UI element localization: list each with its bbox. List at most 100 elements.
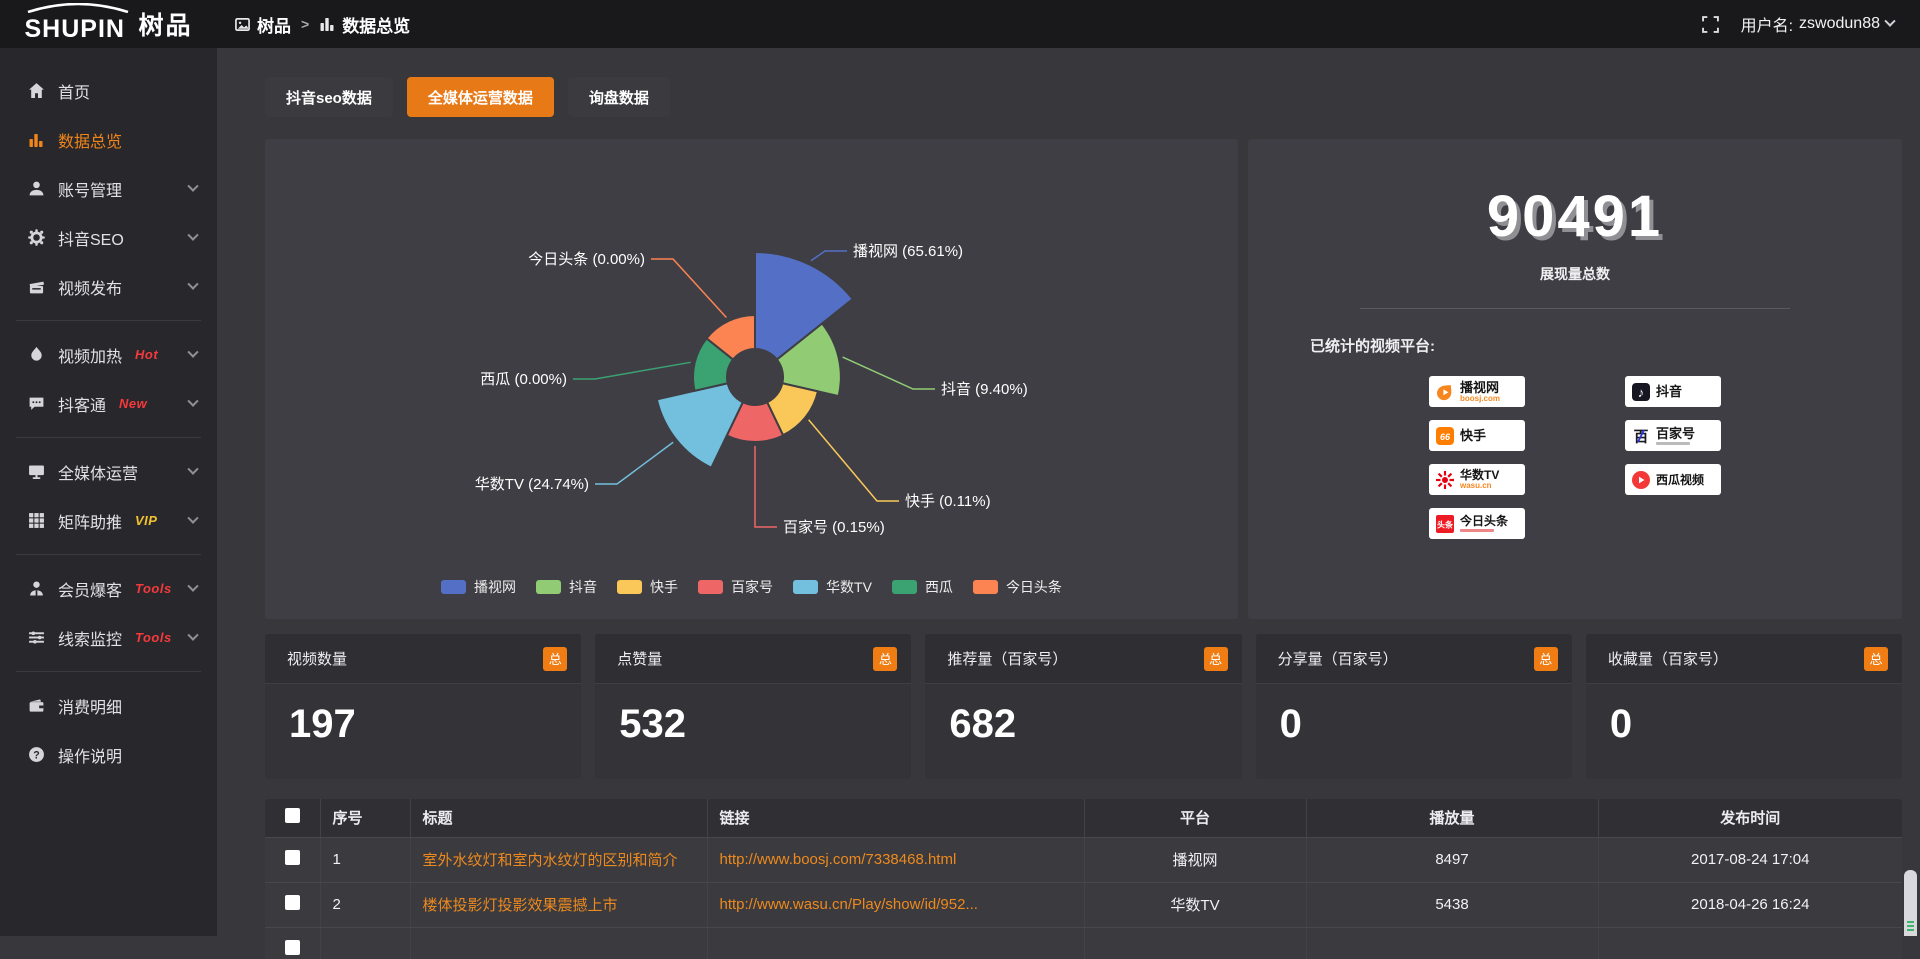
cell-time: 2018-04-26 16:24 [1598, 882, 1902, 927]
sidebar-item-member-baoke[interactable]: 会员爆客Tools [0, 564, 217, 613]
sidebar-item-clue-monitor[interactable]: 线索监控Tools [0, 613, 217, 662]
breadcrumb-item[interactable]: 数据总览 [319, 12, 410, 37]
sidebar-item-video-publish[interactable]: 视频发布 [0, 262, 217, 311]
label-line [811, 251, 847, 261]
chevron-down-icon [189, 629, 197, 647]
sidebar-item-matrix-boost[interactable]: 矩阵助推VIP [0, 496, 217, 545]
row-checkbox[interactable] [285, 850, 300, 865]
column-header: 标题 [410, 799, 707, 837]
sidebar-item-label: 视频发布 [58, 275, 122, 299]
total-badge: 总 [543, 647, 567, 671]
sidebar-item-help-guide[interactable]: ?操作说明 [0, 730, 217, 779]
select-all-checkbox[interactable] [285, 808, 300, 823]
pie-label: 播视网 (65.61%) [853, 243, 963, 260]
sidebar-item-badge: VIP [135, 513, 157, 528]
toutiao-logo-icon: 头条 [1435, 514, 1455, 534]
legend-item-快手[interactable]: 快手 [617, 577, 678, 597]
video-title-link[interactable]: 楼体投影灯投影效果震撼上市 [423, 894, 695, 915]
row-checkbox[interactable] [285, 895, 300, 910]
label-line [573, 362, 691, 379]
top-bar: SHUPIN 树品 树品 > 数据总览 用户名: zswodun88 [0, 0, 1920, 48]
total-badge: 总 [1204, 647, 1228, 671]
column-header: 链接 [707, 799, 1084, 837]
sidebar-item-video-heat[interactable]: 视频加热Hot [0, 330, 217, 379]
app-logo: SHUPIN 树品 [0, 0, 217, 48]
sidebar-divider [16, 671, 201, 672]
table-row [265, 927, 1902, 959]
cell-views: 8497 [1306, 837, 1598, 882]
legend-mark [892, 580, 917, 594]
legend-label: 今日头条 [1006, 577, 1062, 597]
sidebar-item-account-manage[interactable]: 账号管理 [0, 164, 217, 213]
sidebar-item-badge: Hot [135, 347, 158, 362]
cell-platform: 华数TV [1084, 882, 1306, 927]
video-url-link[interactable]: http://www.wasu.cn/Play/show/id/952... [720, 896, 1072, 913]
breadcrumb-separator: > [301, 16, 309, 32]
user-menu[interactable]: 用户名: zswodun88 [1741, 12, 1894, 36]
sidebar-item-label: 账号管理 [58, 177, 122, 201]
sidebar-item-media-operation[interactable]: 全媒体运营 [0, 447, 217, 496]
platform-name: 百家号 [1656, 427, 1695, 440]
chevron-down-icon [1884, 16, 1895, 27]
impressions-total-label: 展现量总数 [1248, 264, 1902, 284]
table-header-row: 序号标题链接平台播放量发布时间 [265, 799, 1902, 837]
sidebar-item-home[interactable]: 首页 [0, 66, 217, 115]
xigua-logo-icon [1631, 470, 1651, 490]
tab-media-operation-data[interactable]: 全媒体运营数据 [407, 77, 554, 117]
total-badge: 总 [873, 647, 897, 671]
platform-badge-wasu: 华数TVwasu.cn [1429, 464, 1525, 495]
sidebar-item-label: 会员爆客 [58, 577, 122, 601]
legend-label: 百家号 [731, 577, 773, 597]
sidebar-item-douketong[interactable]: 抖客通New [0, 379, 217, 428]
row-checkbox[interactable] [285, 940, 300, 955]
table-row: 2楼体投影灯投影效果震撼上市http://www.wasu.cn/Play/sh… [265, 882, 1902, 927]
tab-inquiry-data[interactable]: 询盘数据 [568, 77, 670, 117]
legend-mark [536, 580, 561, 594]
tab-douyin-seo-data[interactable]: 抖音seo数据 [265, 77, 393, 117]
sidebar-item-label: 数据总览 [58, 128, 122, 152]
platform-name: 西瓜视频 [1656, 474, 1704, 486]
breadcrumb-item[interactable]: 树品 [235, 12, 291, 37]
legend-item-播视网[interactable]: 播视网 [441, 577, 516, 597]
legend-item-今日头条[interactable]: 今日头条 [973, 577, 1062, 597]
svg-text:?: ? [33, 749, 39, 761]
username: zswodun88 [1799, 15, 1880, 33]
platform-badge-xigua: 西瓜视频 [1625, 464, 1721, 495]
stat-title: 收藏量（百家号） [1608, 648, 1728, 669]
summary-card: 90491 展现量总数 已统计的视频平台: 播视网boosj.com66快手华数… [1248, 139, 1902, 619]
legend-item-华数TV[interactable]: 华数TV [793, 577, 872, 597]
scrollbar[interactable] [1904, 870, 1917, 936]
stat-title: 视频数量 [287, 648, 347, 669]
pie-label: 百家号 (0.15%) [783, 519, 885, 536]
stat-title: 分享量（百家号） [1278, 648, 1398, 669]
wallet-icon [27, 697, 45, 714]
platform-tagline [1656, 442, 1690, 445]
column-header: 播放量 [1306, 799, 1598, 837]
pie-slice-华数TV[interactable] [657, 383, 743, 467]
platform-badge-kuaishou: 66快手 [1429, 420, 1525, 451]
platform-badge-toutiao: 头条今日头条 [1429, 508, 1525, 539]
divider [1360, 308, 1790, 309]
legend-item-百家号[interactable]: 百家号 [698, 577, 773, 597]
platform-name: 今日头条 [1460, 515, 1508, 527]
sidebar-item-expense-detail[interactable]: 消费明细 [0, 681, 217, 730]
table-row: 1室外水纹灯和室内水纹灯的区别和简介http://www.boosj.com/7… [265, 837, 1902, 882]
video-title-link[interactable]: 室外水纹灯和室内水纹灯的区别和简介 [423, 849, 695, 870]
platform-badge-baijiahao: 百百家号 [1625, 420, 1721, 451]
column-header: 平台 [1084, 799, 1306, 837]
sidebar-item-douyin-seo[interactable]: 抖音SEO [0, 213, 217, 262]
stat-card-video-count: 视频数量总197 [265, 634, 581, 779]
svg-text:66: 66 [1440, 432, 1451, 442]
legend-item-抖音[interactable]: 抖音 [536, 577, 597, 597]
stat-title: 点赞量 [617, 648, 662, 669]
sidebar-item-data-overview[interactable]: 数据总览 [0, 115, 217, 164]
platform-tagline [1460, 529, 1494, 532]
baijiahao-logo-icon: 百 [1631, 426, 1651, 446]
fullscreen-icon[interactable] [1702, 16, 1719, 33]
platforms-label: 已统计的视频平台: [1310, 335, 1902, 356]
svg-text:♪: ♪ [1638, 385, 1645, 400]
video-url-link[interactable]: http://www.boosj.com/7338468.html [720, 851, 1072, 868]
sidebar-item-label: 抖客通 [58, 392, 106, 416]
help-icon: ? [27, 746, 45, 763]
legend-item-西瓜[interactable]: 西瓜 [892, 577, 953, 597]
